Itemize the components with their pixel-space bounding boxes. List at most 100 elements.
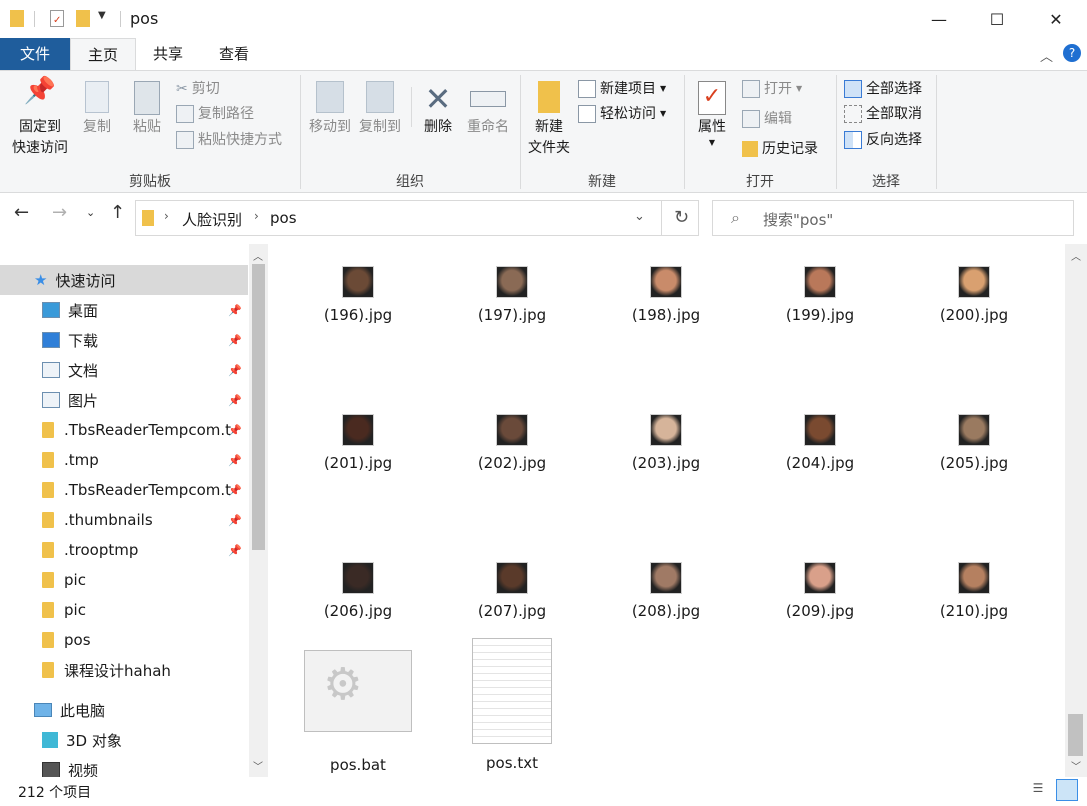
- file-item[interactable]: (205).jpg: [914, 414, 1034, 472]
- nav-item[interactable]: 下载 📌: [0, 325, 248, 355]
- tab-home[interactable]: 主页: [70, 38, 136, 71]
- file-item[interactable]: (202).jpg: [452, 414, 572, 472]
- up-icon[interactable]: ↑: [110, 202, 125, 223]
- forward-icon[interactable]: →: [52, 202, 67, 223]
- scroll-down-icon[interactable]: ﹀: [253, 758, 263, 773]
- file-item[interactable]: (196).jpg: [298, 266, 418, 324]
- breadcrumb-item[interactable]: pos: [270, 209, 297, 227]
- nav-item[interactable]: 桌面 📌: [0, 295, 248, 325]
- pin-icon[interactable]: 📌: [228, 364, 242, 377]
- nav-item[interactable]: pos: [0, 625, 248, 655]
- properties-qat-icon[interactable]: ✓: [50, 10, 64, 27]
- nav-scrollbar[interactable]: ︿ ﹀: [249, 244, 268, 777]
- nav-quick-access[interactable]: ★ 快速访问: [0, 265, 248, 295]
- scroll-up-icon[interactable]: ︿: [253, 248, 263, 263]
- file-item[interactable]: pos.txt: [452, 638, 572, 772]
- nav-item[interactable]: 课程设计hahah: [0, 655, 248, 685]
- select-all-button[interactable]: 全部选择: [844, 77, 922, 101]
- select-none-button[interactable]: 全部取消: [844, 102, 922, 126]
- history-button[interactable]: 历史记录: [742, 137, 818, 161]
- copy-path-button[interactable]: 复制路径: [176, 102, 254, 126]
- new-item-button[interactable]: 新建项目 ▼: [578, 77, 666, 101]
- file-item[interactable]: (197).jpg: [452, 266, 572, 324]
- rename-button[interactable]: 重命名: [462, 81, 514, 138]
- tab-share[interactable]: 共享: [136, 38, 200, 70]
- content-scrollbar[interactable]: ︿ ﹀: [1065, 244, 1087, 777]
- breadcrumb-chevron-icon[interactable]: ›: [254, 209, 259, 223]
- pin-icon[interactable]: 📌: [228, 544, 242, 557]
- file-item[interactable]: (208).jpg: [606, 562, 726, 620]
- address-dropdown-icon[interactable]: ⌄: [634, 209, 645, 224]
- cut-button[interactable]: ✂ 剪切: [176, 77, 220, 101]
- invert-selection-button[interactable]: 反向选择: [844, 128, 922, 152]
- pin-icon[interactable]: 📌: [228, 484, 242, 497]
- new-folder-qat-icon[interactable]: [76, 10, 90, 27]
- file-item[interactable]: (200).jpg: [914, 266, 1034, 324]
- nav-label: pic: [64, 601, 86, 619]
- pin-icon[interactable]: 📌: [228, 304, 242, 317]
- star-icon: ★: [34, 271, 48, 289]
- content-scroll-thumb[interactable]: [1068, 714, 1083, 756]
- nav-item[interactable]: 图片 📌: [0, 385, 248, 415]
- scroll-up-icon[interactable]: ︿: [1071, 248, 1081, 263]
- file-item[interactable]: (198).jpg: [606, 266, 726, 324]
- copy-button[interactable]: 复制: [76, 81, 118, 138]
- nav-this-pc[interactable]: 此电脑: [0, 695, 248, 725]
- pin-to-quick-access-button[interactable]: 📌 固定到 快速访问: [8, 78, 72, 159]
- edit-button[interactable]: 编辑: [742, 107, 792, 131]
- pin-icon[interactable]: 📌: [228, 424, 242, 437]
- scroll-down-icon[interactable]: ﹀: [1071, 758, 1081, 773]
- help-icon[interactable]: ?: [1063, 44, 1081, 62]
- nav-item[interactable]: .thumbnails 📌: [0, 505, 248, 535]
- copy-to-button[interactable]: 复制到: [356, 81, 404, 138]
- nav-item[interactable]: .TbsReaderTempcom.t 📌: [0, 415, 248, 445]
- pin-icon[interactable]: 📌: [228, 514, 242, 527]
- paste-button[interactable]: 粘贴: [126, 81, 168, 138]
- minimize-button[interactable]: —: [914, 0, 964, 38]
- breadcrumb-item[interactable]: 人脸识别: [182, 209, 242, 230]
- file-item[interactable]: (203).jpg: [606, 414, 726, 472]
- pin-icon[interactable]: 📌: [228, 454, 242, 467]
- maximize-button[interactable]: ☐: [972, 0, 1022, 38]
- file-item[interactable]: (204).jpg: [760, 414, 880, 472]
- collapse-ribbon-icon[interactable]: ︿: [1040, 46, 1053, 65]
- nav-item[interactable]: 文档 📌: [0, 355, 248, 385]
- easy-access-button[interactable]: 轻松访问 ▼: [578, 102, 666, 126]
- move-to-button[interactable]: 移动到: [306, 81, 354, 138]
- paste-shortcut-button[interactable]: 粘贴快捷方式: [176, 128, 282, 152]
- nav-item[interactable]: pic: [0, 595, 248, 625]
- pin-icon[interactable]: 📌: [228, 394, 242, 407]
- recent-locations-icon[interactable]: ⌄: [86, 206, 95, 219]
- tab-file[interactable]: 文件: [0, 38, 70, 70]
- file-item[interactable]: (210).jpg: [914, 562, 1034, 620]
- search-box[interactable]: ⌕ 搜索"pos": [712, 200, 1074, 236]
- nav-3d-objects[interactable]: 3D 对象: [0, 725, 248, 755]
- nav-label: .thumbnails: [64, 511, 153, 529]
- tab-view[interactable]: 查看: [202, 38, 266, 70]
- address-bar[interactable]: › 人脸识别 › pos ⌄ ↻: [135, 200, 699, 236]
- breadcrumb-chevron-icon[interactable]: ›: [164, 209, 169, 223]
- details-view-icon[interactable]: ☰: [1028, 781, 1048, 801]
- refresh-icon[interactable]: ↻: [674, 207, 689, 228]
- properties-button[interactable]: ✓ 属性 ▼: [690, 81, 734, 148]
- delete-button[interactable]: ✕ 删除: [418, 81, 458, 138]
- nav-scroll-thumb[interactable]: [252, 264, 265, 550]
- qat-dropdown-icon[interactable]: ▼: [98, 10, 106, 21]
- open-button[interactable]: 打开 ▼: [742, 77, 802, 101]
- large-icons-view-icon[interactable]: [1056, 779, 1078, 801]
- history-label: 历史记录: [762, 141, 818, 157]
- new-folder-button[interactable]: 新建 文件夹: [524, 81, 574, 159]
- file-item[interactable]: ⚙ pos.bat: [298, 638, 418, 774]
- file-item[interactable]: (199).jpg: [760, 266, 880, 324]
- nav-item[interactable]: .tmp 📌: [0, 445, 248, 475]
- pin-icon[interactable]: 📌: [228, 334, 242, 347]
- back-icon[interactable]: ←: [14, 202, 29, 223]
- file-item[interactable]: (209).jpg: [760, 562, 880, 620]
- file-item[interactable]: (206).jpg: [298, 562, 418, 620]
- file-item[interactable]: (207).jpg: [452, 562, 572, 620]
- nav-item[interactable]: .TbsReaderTempcom.t 📌: [0, 475, 248, 505]
- close-button[interactable]: ✕: [1031, 0, 1081, 38]
- nav-item[interactable]: .trooptmp 📌: [0, 535, 248, 565]
- nav-item[interactable]: pic: [0, 565, 248, 595]
- file-item[interactable]: (201).jpg: [298, 414, 418, 472]
